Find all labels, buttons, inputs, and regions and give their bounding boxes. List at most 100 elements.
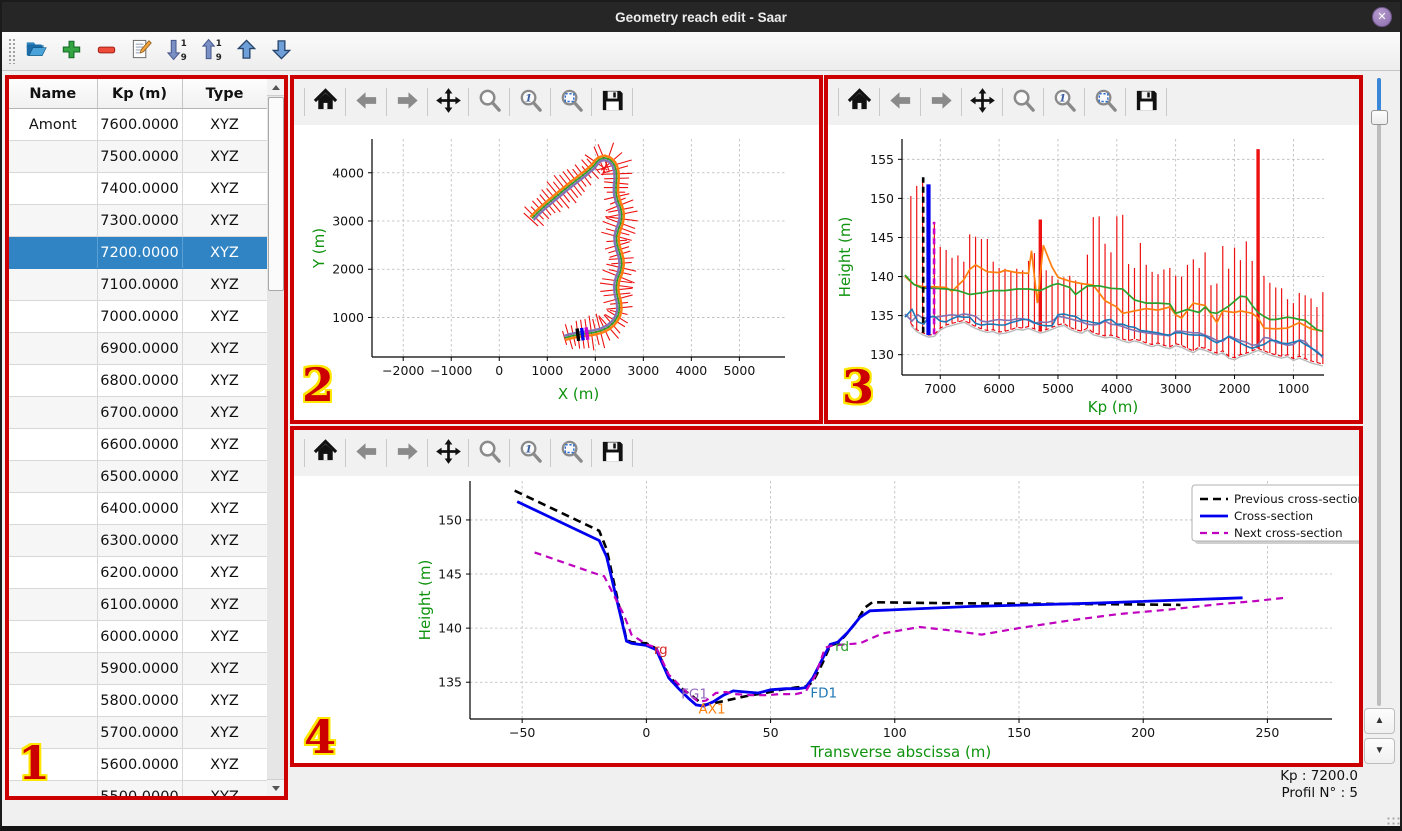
back-button[interactable] [350,437,382,469]
save-button[interactable] [596,86,628,118]
table-row[interactable]: 6700.0000 XYZ [9,396,268,429]
table-cell[interactable]: 7300.0000 [97,204,183,237]
zoom-fit-button[interactable] [555,86,587,118]
table-cell[interactable] [9,428,98,461]
table-cell[interactable] [9,140,98,173]
table-row[interactable]: 6800.0000 XYZ [9,364,268,397]
table-cell[interactable]: 5900.0000 [97,652,183,685]
table-cell[interactable]: 6400.0000 [97,492,183,525]
table-cell[interactable] [9,268,98,301]
table-cell[interactable]: XYZ [182,460,268,493]
table-cell[interactable]: 7600.0000 [97,108,183,141]
table-cell[interactable] [9,620,98,653]
forward-button[interactable] [925,86,957,118]
zoom-button[interactable] [1007,86,1039,118]
table-cell[interactable]: 6200.0000 [97,556,183,589]
table-cell[interactable]: 5700.0000 [97,716,183,749]
table-cell[interactable]: XYZ [182,140,268,173]
table-row[interactable]: 6300.0000 XYZ [9,524,268,557]
back-button[interactable] [350,86,382,118]
table-cell[interactable] [9,300,98,333]
table-cell[interactable]: XYZ [182,396,268,429]
table-cell[interactable]: XYZ [182,300,268,333]
column-header[interactable]: Kp (m) [97,79,183,109]
home-button[interactable] [309,86,341,118]
scroll-up-button[interactable] [267,79,284,96]
table-row[interactable]: 6900.0000 XYZ [9,332,268,365]
table-cell[interactable]: Amont [9,108,98,141]
profile-up-button[interactable]: ▲ [1364,708,1395,734]
titlebar[interactable]: Geometry reach edit - Saar ✕ [2,2,1400,32]
save-button[interactable] [1130,86,1162,118]
add-cross-section-button[interactable] [58,38,84,64]
pan-button[interactable] [966,86,998,118]
table-cell[interactable]: 5600.0000 [97,748,183,781]
longitudinal-profile-plot[interactable]: 7000 6000 5000 4000 3000 2000 1000130135140145… [828,125,1359,420]
scrollbar-thumb[interactable] [268,97,284,291]
cross-section-table[interactable]: Name Kp (m) Type Amont 7600.0000 XYZ 7500.000… [9,79,268,796]
table-cell[interactable] [9,172,98,205]
table-header-row[interactable]: Name Kp (m) Type [9,79,268,109]
table-cell[interactable]: 7400.0000 [97,172,183,205]
table-cell[interactable]: XYZ [182,620,268,653]
table-cell[interactable]: 6600.0000 [97,428,183,461]
table-cell[interactable] [9,588,98,621]
pan-button[interactable] [432,86,464,118]
zoom-in-one-button[interactable]: 1 [1048,86,1080,118]
edit-cross-section-button[interactable] [128,38,154,64]
table-scrollbar[interactable] [267,79,284,796]
table-cell[interactable] [9,556,98,589]
table-cell[interactable] [9,236,98,269]
table-cell[interactable]: XYZ [182,268,268,301]
table-cell[interactable]: XYZ [182,428,268,461]
table-row[interactable]: 6100.0000 XYZ [9,588,268,621]
cross-section-plot[interactable]: −50 0 50 100 150 200 250 135 140 145 150 Transverse… [294,476,1365,763]
table-cell[interactable] [9,204,98,237]
plan-view-plot[interactable]: −2000 −1000 0 1000 2000 3000 4000 5000 1000 2000 3… [294,125,819,420]
table-cell[interactable]: 6100.0000 [97,588,183,621]
zoom-button[interactable] [473,437,505,469]
home-button[interactable] [309,437,341,469]
move-up-button[interactable] [233,38,259,64]
zoom-in-one-button[interactable]: 1 [514,437,546,469]
table-row[interactable]: 5900.0000 XYZ [9,652,268,685]
table-cell[interactable]: XYZ [182,364,268,397]
table-cell[interactable]: XYZ [182,204,268,237]
table-cell[interactable]: XYZ [182,588,268,621]
home-button[interactable] [843,86,875,118]
table-cell[interactable]: 6000.0000 [97,620,183,653]
table-cell[interactable]: XYZ [182,652,268,685]
table-cell[interactable]: XYZ [182,492,268,525]
close-button[interactable]: ✕ [1372,7,1392,27]
table-cell[interactable] [9,684,98,717]
table-row[interactable]: 7500.0000 XYZ [9,140,268,173]
profile-down-button[interactable]: ▼ [1364,738,1395,764]
zoom-button[interactable] [473,86,505,118]
table-row[interactable]: 6000.0000 XYZ [9,620,268,653]
table-cell[interactable]: XYZ [182,172,268,205]
table-cell[interactable] [9,492,98,525]
profile-slider-handle[interactable] [1371,110,1388,125]
table-row[interactable]: 6600.0000 XYZ [9,428,268,461]
table-cell[interactable] [9,396,98,429]
zoom-fit-button[interactable] [1089,86,1121,118]
back-button[interactable] [884,86,916,118]
move-down-button[interactable] [268,38,294,64]
table-row[interactable]: 7100.0000 XYZ [9,268,268,301]
table-row[interactable]: Amont 7600.0000 XYZ [9,108,268,141]
table-cell[interactable]: 6300.0000 [97,524,183,557]
table-cell[interactable] [9,524,98,557]
table-cell[interactable]: 5500.0000 [97,780,183,796]
table-row[interactable]: 7200.0000 XYZ [9,236,268,269]
zoom-in-one-button[interactable]: 1 [514,86,546,118]
table-cell[interactable]: XYZ [182,748,268,781]
table-cell[interactable]: 6700.0000 [97,396,183,429]
table-cell[interactable]: 6500.0000 [97,460,183,493]
table-row[interactable]: 7300.0000 XYZ [9,204,268,237]
save-button[interactable] [596,437,628,469]
toolbar-grip-icon[interactable] [8,38,15,64]
pan-button[interactable] [432,437,464,469]
table-cell[interactable]: XYZ [182,524,268,557]
table-cell[interactable]: 7500.0000 [97,140,183,173]
column-header[interactable]: Name [9,79,98,109]
